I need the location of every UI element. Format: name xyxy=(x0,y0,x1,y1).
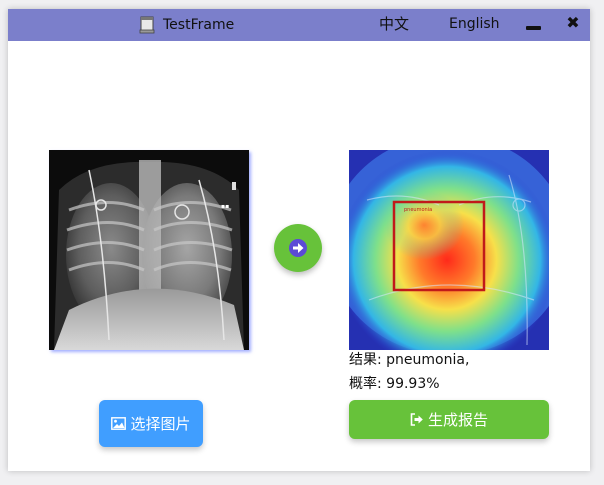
heatmap-xray-image: pneumonia xyxy=(349,150,549,350)
app-window-icon xyxy=(139,16,155,34)
title-bar: TestFrame 中文 English ✖ xyxy=(8,9,590,41)
predict-arrow-button[interactable] xyxy=(274,224,322,272)
result-label: 结果: pneumonia, xyxy=(349,352,470,368)
svg-text:▪▪: ▪▪ xyxy=(221,203,229,210)
window-title: TestFrame xyxy=(163,17,235,33)
close-icon[interactable]: ✖ xyxy=(565,14,581,32)
detection-label: pneumonia xyxy=(404,207,432,213)
language-english-button[interactable]: English xyxy=(449,15,500,33)
minimize-icon[interactable] xyxy=(526,18,542,32)
image-icon xyxy=(111,417,127,430)
select-image-label: 选择图片 xyxy=(130,415,191,433)
app-window: TestFrame 中文 English ✖ ▪▪ pneumonia 结果: … xyxy=(8,9,590,471)
language-chinese-button[interactable]: 中文 xyxy=(379,15,409,33)
sign-out-icon xyxy=(410,413,424,426)
generate-report-label: 生成报告 xyxy=(427,411,488,429)
generate-report-button[interactable]: 生成报告 xyxy=(349,400,549,439)
chest-xray-image: ▪▪ xyxy=(49,150,249,350)
select-image-button[interactable]: 选择图片 xyxy=(99,400,203,447)
probability-label: 概率: 99.93% xyxy=(349,376,440,392)
